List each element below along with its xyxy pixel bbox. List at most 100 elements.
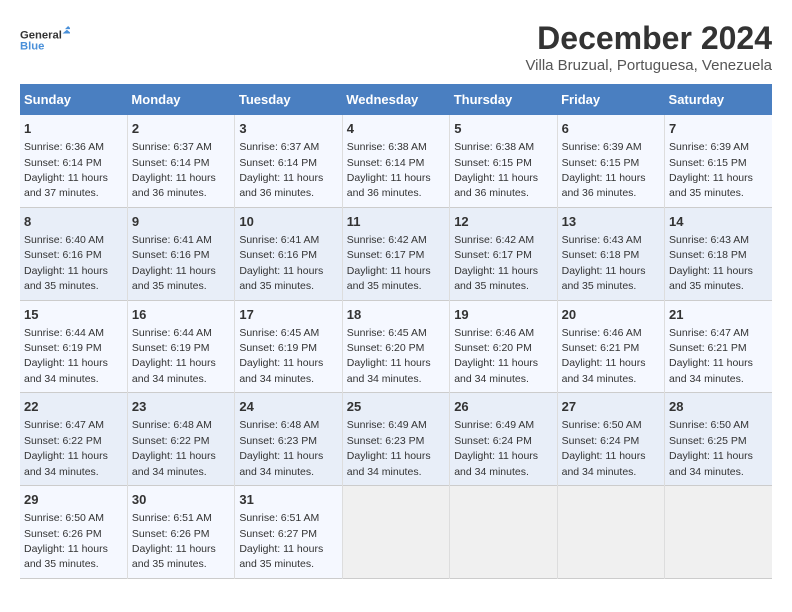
day-number: 18: [347, 306, 445, 324]
daylight: Daylight: 11 hours and 34 minutes.: [669, 357, 753, 384]
header-sunday: Sunday: [20, 84, 127, 115]
daylight: Daylight: 11 hours and 36 minutes.: [347, 172, 431, 199]
sunrise: Sunrise: 6:50 AM: [669, 419, 749, 431]
sunset: Sunset: 6:17 PM: [347, 249, 425, 261]
daylight: Daylight: 11 hours and 34 minutes.: [669, 450, 753, 477]
sunrise: Sunrise: 6:49 AM: [347, 419, 427, 431]
calendar-cell: 18 Sunrise: 6:45 AM Sunset: 6:20 PM Dayl…: [342, 300, 449, 393]
svg-text:General: General: [20, 29, 62, 41]
daylight: Daylight: 11 hours and 34 minutes.: [24, 450, 108, 477]
sunset: Sunset: 6:15 PM: [669, 157, 747, 169]
daylight: Daylight: 11 hours and 36 minutes.: [562, 172, 646, 199]
day-number: 31: [239, 491, 337, 509]
day-number: 12: [454, 213, 552, 231]
day-number: 27: [562, 398, 660, 416]
calendar-cell: 6 Sunrise: 6:39 AM Sunset: 6:15 PM Dayli…: [557, 115, 664, 207]
sunset: Sunset: 6:19 PM: [132, 342, 210, 354]
sunset: Sunset: 6:23 PM: [347, 435, 425, 447]
calendar-cell: 30 Sunrise: 6:51 AM Sunset: 6:26 PM Dayl…: [127, 486, 234, 579]
sunrise: Sunrise: 6:48 AM: [239, 419, 319, 431]
daylight: Daylight: 11 hours and 35 minutes.: [239, 543, 323, 570]
day-number: 22: [24, 398, 123, 416]
sunset: Sunset: 6:24 PM: [562, 435, 640, 447]
sunset: Sunset: 6:20 PM: [347, 342, 425, 354]
calendar-cell: 17 Sunrise: 6:45 AM Sunset: 6:19 PM Dayl…: [235, 300, 342, 393]
sunset: Sunset: 6:22 PM: [24, 435, 102, 447]
day-number: 1: [24, 120, 123, 138]
day-number: 20: [562, 306, 660, 324]
daylight: Daylight: 11 hours and 34 minutes.: [562, 357, 646, 384]
calendar-cell: 7 Sunrise: 6:39 AM Sunset: 6:15 PM Dayli…: [665, 115, 772, 207]
header-thursday: Thursday: [450, 84, 557, 115]
sunrise: Sunrise: 6:46 AM: [562, 327, 642, 339]
calendar-cell: 5 Sunrise: 6:38 AM Sunset: 6:15 PM Dayli…: [450, 115, 557, 207]
calendar-cell: 9 Sunrise: 6:41 AM Sunset: 6:16 PM Dayli…: [127, 207, 234, 300]
header-monday: Monday: [127, 84, 234, 115]
sunset: Sunset: 6:14 PM: [132, 157, 210, 169]
header-tuesday: Tuesday: [235, 84, 342, 115]
day-number: 19: [454, 306, 552, 324]
sunset: Sunset: 6:24 PM: [454, 435, 532, 447]
calendar-cell: 2 Sunrise: 6:37 AM Sunset: 6:14 PM Dayli…: [127, 115, 234, 207]
day-number: 14: [669, 213, 768, 231]
daylight: Daylight: 11 hours and 35 minutes.: [239, 265, 323, 292]
daylight: Daylight: 11 hours and 34 minutes.: [24, 357, 108, 384]
day-number: 28: [669, 398, 768, 416]
sunset: Sunset: 6:26 PM: [132, 528, 210, 540]
sunset: Sunset: 6:27 PM: [239, 528, 317, 540]
sunset: Sunset: 6:21 PM: [562, 342, 640, 354]
sunset: Sunset: 6:16 PM: [239, 249, 317, 261]
sunrise: Sunrise: 6:47 AM: [669, 327, 749, 339]
week-row-5: 29 Sunrise: 6:50 AM Sunset: 6:26 PM Dayl…: [20, 486, 772, 579]
sunrise: Sunrise: 6:39 AM: [562, 141, 642, 153]
sunset: Sunset: 6:25 PM: [669, 435, 747, 447]
sunrise: Sunrise: 6:36 AM: [24, 141, 104, 153]
sunrise: Sunrise: 6:46 AM: [454, 327, 534, 339]
sunrise: Sunrise: 6:38 AM: [454, 141, 534, 153]
sunrise: Sunrise: 6:48 AM: [132, 419, 212, 431]
calendar-table: SundayMondayTuesdayWednesdayThursdayFrid…: [20, 84, 772, 579]
day-number: 17: [239, 306, 337, 324]
daylight: Daylight: 11 hours and 35 minutes.: [24, 543, 108, 570]
sunset: Sunset: 6:23 PM: [239, 435, 317, 447]
sunrise: Sunrise: 6:51 AM: [132, 512, 212, 524]
sunset: Sunset: 6:17 PM: [454, 249, 532, 261]
day-number: 30: [132, 491, 230, 509]
daylight: Daylight: 11 hours and 36 minutes.: [239, 172, 323, 199]
header-wednesday: Wednesday: [342, 84, 449, 115]
daylight: Daylight: 11 hours and 37 minutes.: [24, 172, 108, 199]
daylight: Daylight: 11 hours and 35 minutes.: [132, 543, 216, 570]
sunset: Sunset: 6:16 PM: [24, 249, 102, 261]
daylight: Daylight: 11 hours and 34 minutes.: [454, 357, 538, 384]
calendar-cell: 21 Sunrise: 6:47 AM Sunset: 6:21 PM Dayl…: [665, 300, 772, 393]
daylight: Daylight: 11 hours and 35 minutes.: [347, 265, 431, 292]
calendar-cell: 8 Sunrise: 6:40 AM Sunset: 6:16 PM Dayli…: [20, 207, 127, 300]
subtitle: Villa Bruzual, Portuguesa, Venezuela: [525, 57, 772, 74]
day-number: 26: [454, 398, 552, 416]
day-number: 10: [239, 213, 337, 231]
day-number: 2: [132, 120, 230, 138]
sunset: Sunset: 6:22 PM: [132, 435, 210, 447]
sunrise: Sunrise: 6:42 AM: [454, 234, 534, 246]
main-title: December 2024: [525, 20, 772, 57]
day-number: 6: [562, 120, 660, 138]
day-number: 7: [669, 120, 768, 138]
calendar-cell: 22 Sunrise: 6:47 AM Sunset: 6:22 PM Dayl…: [20, 393, 127, 486]
daylight: Daylight: 11 hours and 34 minutes.: [347, 450, 431, 477]
daylight: Daylight: 11 hours and 34 minutes.: [132, 357, 216, 384]
calendar-cell: 27 Sunrise: 6:50 AM Sunset: 6:24 PM Dayl…: [557, 393, 664, 486]
day-number: 13: [562, 213, 660, 231]
sunrise: Sunrise: 6:43 AM: [562, 234, 642, 246]
daylight: Daylight: 11 hours and 35 minutes.: [132, 265, 216, 292]
calendar-cell: 1 Sunrise: 6:36 AM Sunset: 6:14 PM Dayli…: [20, 115, 127, 207]
calendar-cell: 19 Sunrise: 6:46 AM Sunset: 6:20 PM Dayl…: [450, 300, 557, 393]
sunrise: Sunrise: 6:47 AM: [24, 419, 104, 431]
sunrise: Sunrise: 6:44 AM: [132, 327, 212, 339]
sunset: Sunset: 6:15 PM: [454, 157, 532, 169]
sunset: Sunset: 6:20 PM: [454, 342, 532, 354]
week-row-2: 8 Sunrise: 6:40 AM Sunset: 6:16 PM Dayli…: [20, 207, 772, 300]
sunset: Sunset: 6:14 PM: [239, 157, 317, 169]
daylight: Daylight: 11 hours and 36 minutes.: [132, 172, 216, 199]
day-number: 29: [24, 491, 123, 509]
calendar-cell: [450, 486, 557, 579]
